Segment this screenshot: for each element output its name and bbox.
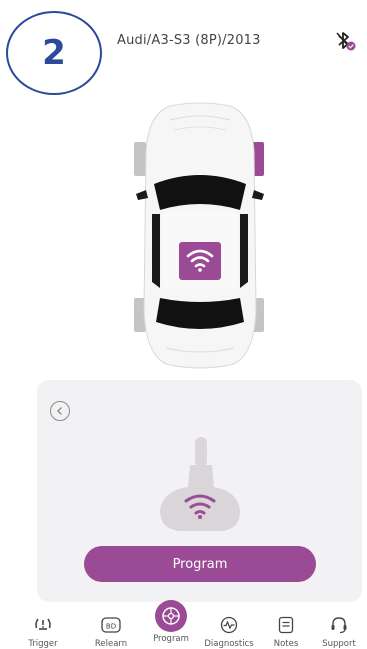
bluetooth-disconnected-icon[interactable] [333, 30, 357, 52]
tab-notes[interactable]: Notes [258, 600, 314, 649]
chevron-left-icon [57, 407, 62, 415]
bottom-tab-bar: Trigger BD Relearn Program Diagnostics N… [0, 600, 367, 649]
tab-program[interactable]: Program [143, 600, 199, 649]
tab-trigger-label: Trigger [28, 639, 58, 649]
step-badge: 2 [6, 11, 102, 95]
notes-icon [275, 614, 297, 635]
program-button[interactable]: Program [84, 546, 316, 582]
tab-program-label: Program [153, 634, 189, 644]
tab-relearn-label: Relearn [94, 639, 128, 649]
car-top-view [134, 102, 264, 369]
svg-text:BD: BD [106, 622, 116, 630]
vehicle-title: Audi/A3-S3 (8P)/2013 [117, 33, 261, 48]
tpms-sensor-icon [160, 437, 240, 531]
back-button[interactable] [50, 401, 70, 421]
tab-support[interactable]: Support [311, 600, 367, 649]
tab-relearn[interactable]: BD Relearn [83, 600, 139, 649]
wheel-front-left [134, 142, 146, 176]
tab-notes-label: Notes [273, 639, 299, 649]
tab-support-label: Support [322, 639, 356, 649]
pulse-icon [218, 614, 240, 635]
car-wifi-badge [179, 242, 221, 280]
tab-trigger[interactable]: Trigger [15, 600, 71, 649]
tab-diagnostics[interactable]: Diagnostics [201, 600, 257, 649]
wheel-icon [155, 600, 187, 632]
step-number: 2 [42, 33, 66, 73]
tab-diagnostics-label: Diagnostics [204, 639, 254, 649]
obd-icon: BD [100, 614, 122, 635]
headset-icon [328, 614, 350, 635]
tpms-icon [32, 614, 54, 635]
